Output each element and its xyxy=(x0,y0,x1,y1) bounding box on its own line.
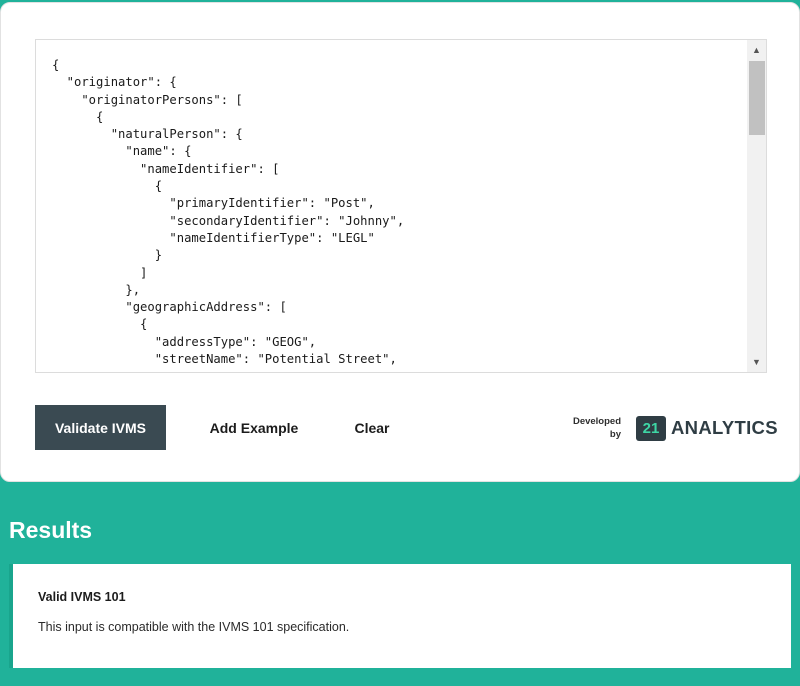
developed-line1: Developed xyxy=(572,416,621,427)
result-status-message: This input is compatible with the IVMS 1… xyxy=(38,620,350,634)
21-analytics-logo[interactable]: 21 ANALYTICS xyxy=(636,415,778,441)
scroll-down-icon[interactable]: ▼ xyxy=(747,354,766,370)
scroll-up-icon[interactable]: ▲ xyxy=(747,42,766,58)
validator-card: { "originator": { "originatorPersons": [… xyxy=(0,2,800,482)
editor-scrollbar[interactable]: ▲ ▼ xyxy=(747,40,766,372)
json-editor-content[interactable]: { "originator": { "originatorPersons": [… xyxy=(52,57,742,368)
logo-wordmark: ANALYTICS xyxy=(671,417,778,438)
logo-mark-icon: 21 xyxy=(636,415,666,441)
developed-line2: by xyxy=(609,429,621,440)
add-example-button[interactable]: Add Example xyxy=(197,405,311,450)
validate-ivms-button[interactable]: Validate IVMS xyxy=(35,405,166,450)
clear-button[interactable]: Clear xyxy=(341,405,403,450)
scroll-thumb[interactable] xyxy=(749,61,765,135)
result-status-title: Valid IVMS 101 xyxy=(38,590,126,604)
json-editor[interactable]: { "originator": { "originatorPersons": [… xyxy=(35,39,767,373)
developed-by-label: Developed by xyxy=(567,415,621,441)
results-heading: Results xyxy=(9,517,93,543)
result-card: Valid IVMS 101 This input is compatible … xyxy=(9,564,791,668)
